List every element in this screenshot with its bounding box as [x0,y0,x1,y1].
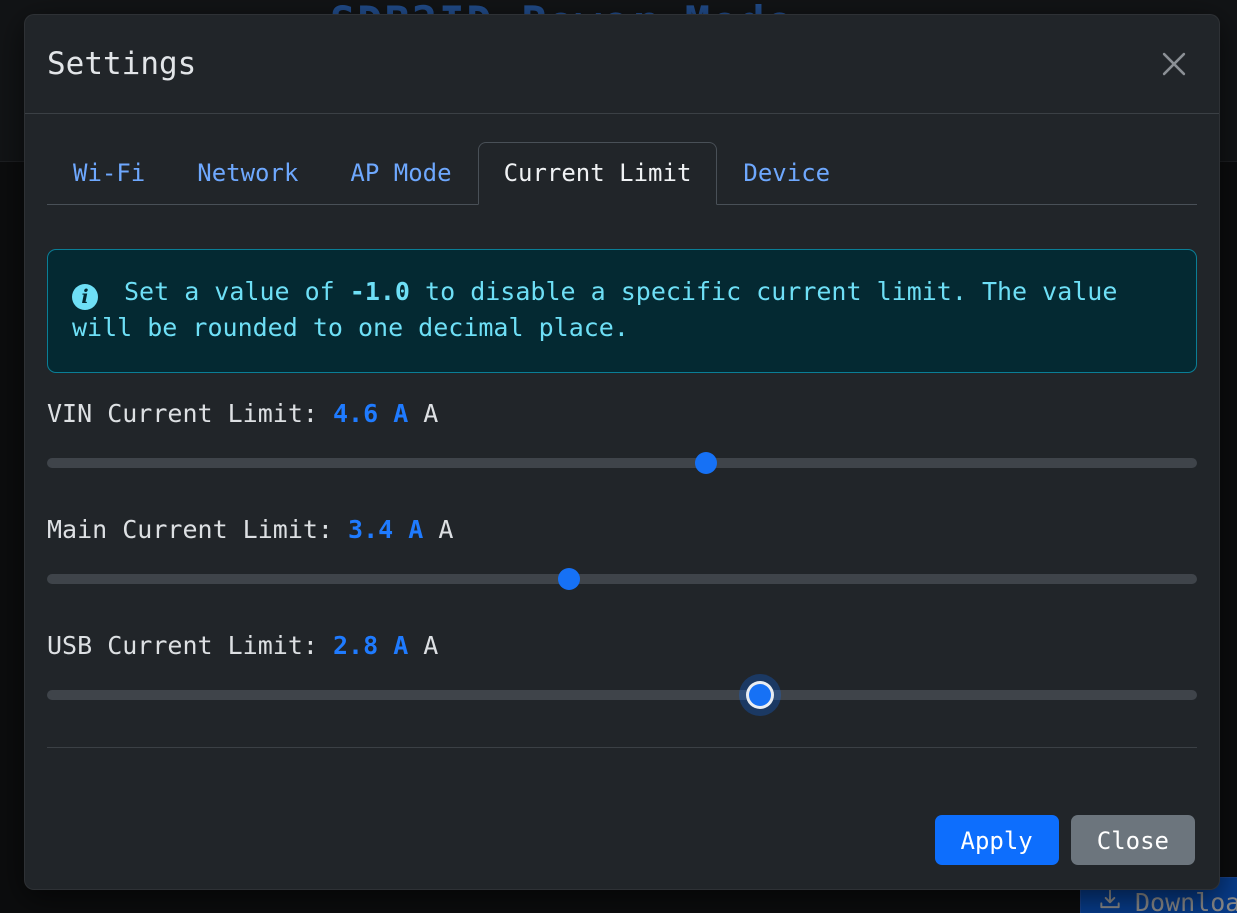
tab-ap-mode[interactable]: AP Mode [324,142,477,205]
tab-device[interactable]: Device [717,142,856,205]
modal-title: Settings [47,46,196,82]
main-current-limit-group: Main Current Limit: 3.4 A A [47,515,1197,590]
main-current-limit-label-row: Main Current Limit: 3.4 A A [47,515,1197,545]
slider-thumb[interactable] [558,568,580,590]
main-current-limit-unit: A [423,515,453,544]
apply-button[interactable]: Apply [935,815,1059,865]
slider-thumb[interactable] [695,452,717,474]
vin-current-limit-slider[interactable] [47,452,1197,474]
tab-wifi[interactable]: Wi-Fi [47,142,171,205]
alert-text-before: Set a value of [124,277,350,306]
usb-current-limit-value: 2.8 A [333,631,408,660]
tab-network[interactable]: Network [171,142,324,205]
settings-modal: Settings Wi-Fi Network AP Mode Current L… [24,14,1220,890]
main-current-limit-label: Main Current Limit: [47,515,348,544]
close-button[interactable] [1153,43,1195,85]
slider-rail[interactable] [47,574,1197,584]
modal-footer: Apply Close [25,789,1219,889]
usb-current-limit-unit: A [408,631,438,660]
close-modal-button[interactable]: Close [1071,815,1195,865]
modal-header: Settings [25,15,1219,114]
vin-current-limit-label: VIN Current Limit: [47,399,333,428]
tab-bar: Wi-Fi Network AP Mode Current Limit Devi… [47,142,1197,205]
slider-rail[interactable] [47,458,1197,468]
tab-current-limit[interactable]: Current Limit [478,142,718,205]
close-icon [1157,69,1191,84]
info-alert: iSet a value of -1.0 to disable a specif… [47,249,1197,373]
main-current-limit-value: 3.4 A [348,515,423,544]
vin-current-limit-label-row: VIN Current Limit: 4.6 A A [47,399,1197,429]
slider-thumb[interactable] [749,684,771,706]
usb-current-limit-label-row: USB Current Limit: 2.8 A A [47,631,1197,661]
usb-current-limit-group: USB Current Limit: 2.8 A A [47,631,1197,706]
vin-current-limit-unit: A [408,399,438,428]
alert-highlight: -1.0 [350,277,410,306]
modal-body: Wi-Fi Network AP Mode Current Limit Devi… [25,114,1219,789]
info-icon: i [72,284,98,310]
vin-current-limit-group: VIN Current Limit: 4.6 A A [47,399,1197,474]
slider-rail[interactable] [47,690,1197,700]
footer-divider [47,747,1197,748]
usb-current-limit-label: USB Current Limit: [47,631,333,660]
usb-current-limit-slider[interactable] [47,684,1197,706]
main-current-limit-slider[interactable] [47,568,1197,590]
vin-current-limit-value: 4.6 A [333,399,408,428]
